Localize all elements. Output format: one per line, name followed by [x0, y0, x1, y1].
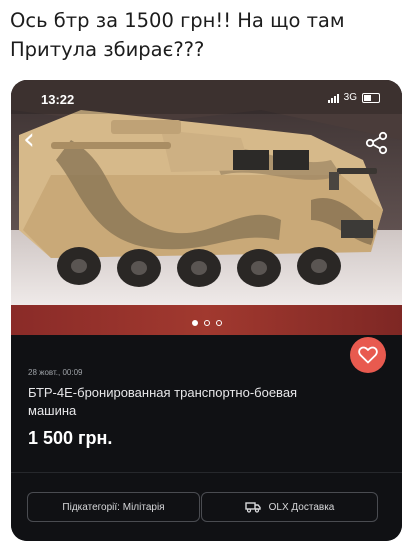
listing-info: 28 жовт., 00:09 БТР-4Е-бронированная тра…: [11, 335, 402, 541]
listing-date: 28 жовт., 00:09: [28, 368, 83, 377]
olx-delivery-chip[interactable]: OLX Доставка: [201, 492, 378, 522]
battery-icon: [362, 92, 380, 103]
divider: [11, 472, 402, 473]
status-indicators: 3G: [327, 92, 380, 103]
listing-title: БТР-4Е-бронированная транспортно-боевая …: [28, 385, 298, 418]
heart-icon: [358, 346, 378, 364]
status-time: 13:22: [41, 92, 75, 107]
gallery-dot[interactable]: [215, 320, 222, 326]
subcategory-label: Підкатегорії: Мілітарія: [62, 501, 165, 513]
signal-icon: [327, 93, 339, 103]
gallery-dot[interactable]: [203, 320, 210, 326]
delivery-truck-icon: [244, 502, 261, 513]
gallery-dot[interactable]: [191, 320, 198, 326]
network-type: 3G: [343, 92, 357, 103]
apc-model-image: [11, 80, 402, 335]
listing-photo[interactable]: 13:22 3G ‹: [11, 80, 402, 335]
favorite-button[interactable]: [350, 337, 386, 373]
delivery-label: OLX Доставка: [268, 501, 335, 513]
back-arrow-icon[interactable]: ‹: [23, 125, 47, 155]
listing-price: 1 500 грн.: [28, 428, 113, 448]
post-caption: Ось бтр за 1500 грн!! На що там Притула …: [10, 9, 345, 61]
phone-screenshot: 13:22 3G ‹ 28 жовт., 00:09 БТР-4Е-бронир…: [11, 80, 402, 541]
share-icon[interactable]: [364, 130, 390, 156]
gallery-pagination: [11, 320, 402, 326]
subcategory-chip[interactable]: Підкатегорії: Мілітарія: [27, 492, 200, 522]
